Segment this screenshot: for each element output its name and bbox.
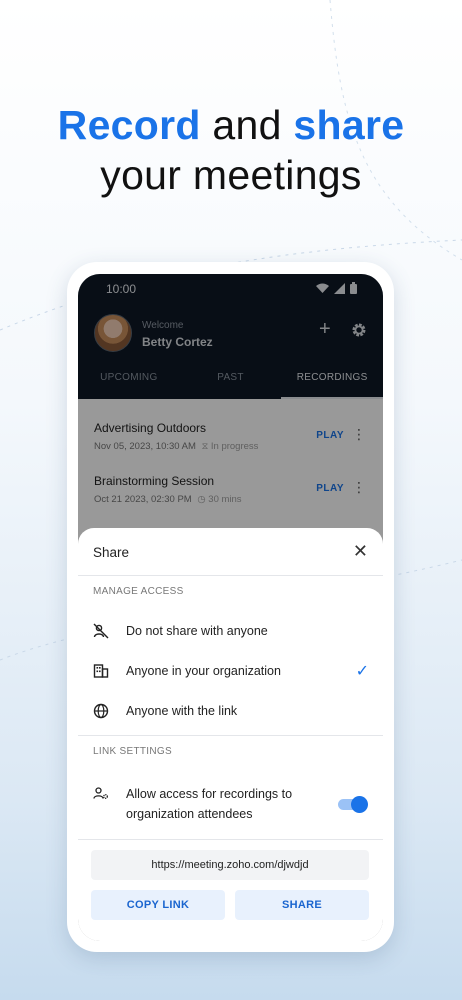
share-sheet: Share ✕ MANAGE ACCESS Do not share with … bbox=[78, 528, 383, 941]
headline-line2: your meetings bbox=[100, 152, 362, 198]
headline-record: Record bbox=[57, 102, 201, 148]
allow-access-toggle[interactable] bbox=[338, 795, 368, 813]
divider bbox=[78, 575, 383, 576]
globe-icon bbox=[93, 703, 109, 719]
share-sheet-title: Share bbox=[93, 545, 130, 560]
option-anyone-with-link[interactable]: Anyone with the link bbox=[93, 699, 369, 723]
option-no-share-label: Do not share with anyone bbox=[126, 624, 268, 638]
phone-screen: 10:00 Welcome Betty Cortez + UPCOMING PA… bbox=[78, 274, 383, 941]
phone-frame: 10:00 Welcome Betty Cortez + UPCOMING PA… bbox=[67, 262, 394, 952]
headline-share: share bbox=[293, 102, 405, 148]
option-anyone-with-link-label: Anyone with the link bbox=[126, 704, 238, 718]
check-icon: ✓ bbox=[355, 663, 369, 680]
manage-access-label: MANAGE ACCESS bbox=[93, 586, 184, 597]
building-icon bbox=[93, 664, 109, 678]
divider bbox=[78, 735, 383, 736]
copy-link-button[interactable]: COPY LINK bbox=[91, 890, 225, 920]
headline: Record and share your meetings bbox=[0, 100, 462, 200]
user-settings-icon bbox=[93, 787, 108, 799]
no-share-icon bbox=[93, 623, 109, 639]
close-icon[interactable]: ✕ bbox=[353, 541, 368, 561]
link-url-field[interactable]: https://meeting.zoho.com/djwdjd bbox=[91, 850, 369, 880]
share-button[interactable]: SHARE bbox=[235, 890, 369, 920]
option-organization-label: Anyone in your organization bbox=[126, 664, 281, 678]
divider bbox=[78, 839, 383, 840]
allow-access-label: Allow access for recordings to organizat… bbox=[126, 787, 293, 821]
headline-and: and bbox=[200, 102, 294, 148]
toggle-thumb bbox=[351, 796, 368, 813]
link-settings-label: LINK SETTINGS bbox=[93, 746, 172, 757]
option-no-share[interactable]: Do not share with anyone bbox=[93, 619, 369, 643]
option-organization[interactable]: Anyone in your organization ✓ bbox=[93, 659, 369, 683]
